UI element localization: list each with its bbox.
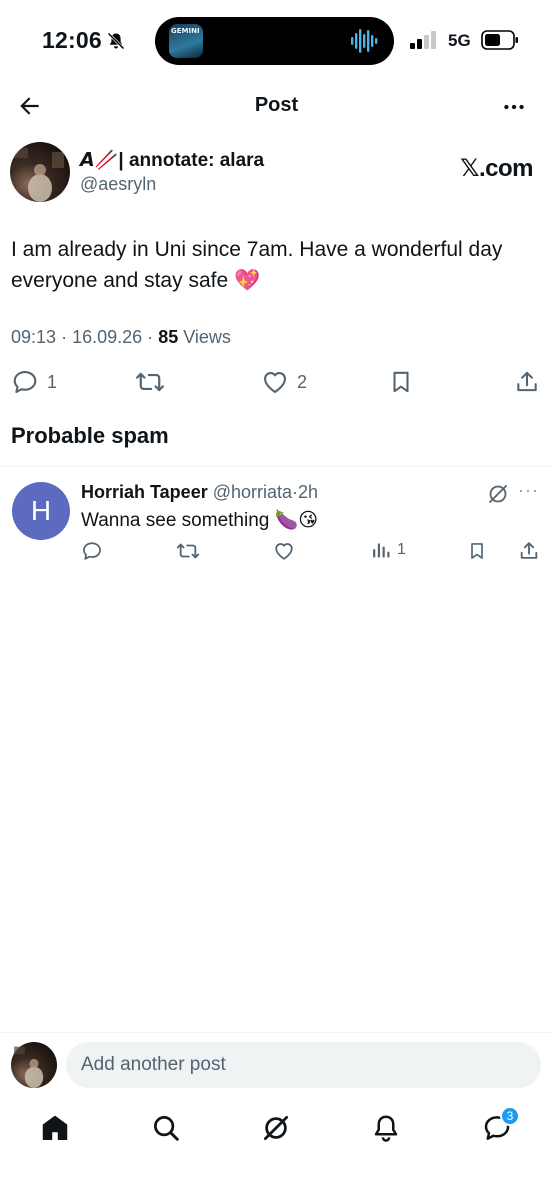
tab-notifications[interactable] [366,1108,406,1148]
repost-icon [176,543,200,559]
tab-grok[interactable] [256,1108,296,1148]
now-playing-art-text: GEMINI [171,27,200,35]
page-title: Post [254,94,299,116]
share-button[interactable] [514,368,540,396]
reply-post[interactable]: H Horriah Tapeer @horriata·2h ··· Wanna … [0,470,553,570]
bottom-tab-bar: 3 [0,1100,553,1160]
reply-count: 1 [47,371,58,392]
post-date: 16.09.26 [72,327,143,347]
battery-icon [481,30,518,50]
heart-icon [275,543,293,560]
divider [0,466,553,467]
post-text: I am already in Uni since 7am. Have a wo… [11,238,503,292]
reply-actions: 1 [0,538,553,566]
post-time: 09:13 [11,327,57,347]
current-user-avatar[interactable] [11,1042,57,1088]
avatar-photo-icon [14,1046,44,1088]
like-button[interactable]: 2 [261,368,307,396]
network-type: 5G [448,31,471,50]
home-icon [42,1115,68,1140]
bell-off-icon [107,32,125,50]
analytics-icon [373,543,390,558]
status-bar: 12:06 GEMINI 5G [0,0,553,84]
repost-button[interactable] [135,368,165,396]
audio-wave-icon [351,29,378,53]
search-icon [154,1116,179,1141]
reply-views-button[interactable]: 1 [371,540,406,560]
dynamic-island[interactable]: GEMINI [155,17,394,65]
messages-badge: 3 [500,1106,520,1126]
like-count: 2 [297,371,308,392]
bell-icon [374,1115,398,1142]
reply-bookmark-button[interactable] [467,540,487,562]
tab-messages[interactable]: 3 [477,1106,520,1148]
reply-views-count: 1 [397,541,406,558]
reply-like-button[interactable] [273,540,295,562]
tab-search[interactable] [146,1108,186,1148]
grok-icon [264,1116,288,1140]
bookmark-icon [393,371,409,393]
more-horizontal-icon [504,104,524,110]
author-handle[interactable]: @aesryln [80,174,156,195]
views-label[interactable]: Views [183,327,231,347]
cellular-signal-icon [410,31,436,49]
reply-author-name[interactable]: Horriah Tapeer [81,482,208,502]
meta-separator: · [61,327,68,347]
reply-header: Horriah Tapeer @horriata·2h [81,482,318,503]
heart-icon [264,371,286,393]
reply-repost-button[interactable] [176,540,200,562]
post-meta: 09:13 · 16.09.26 · 85 Views [11,327,231,348]
reply-author-handle[interactable]: @horriata [213,482,292,502]
reply-composer: Add another post [0,1032,553,1096]
views-count[interactable]: 85 [158,327,178,347]
avatar-photo-icon [14,148,64,202]
post-actions: 1 2 [0,364,553,400]
tab-home[interactable] [35,1108,75,1148]
reply-age: 2h [298,482,319,502]
reply-share-button[interactable] [518,540,540,562]
reply-more-button[interactable]: ··· [518,480,539,501]
reply-icon [83,542,101,560]
section-heading: Probable spam [11,423,169,448]
repost-icon [135,372,165,392]
bookmark-button[interactable] [388,368,414,396]
reply-text: Wanna see something 🍆😘 [81,510,319,531]
more-options-button[interactable] [499,92,529,122]
author-name[interactable]: 𝘼🥢| annotate: alara [80,148,264,172]
source-label: 𝕏.com [460,155,533,182]
meta-separator: · [147,327,154,347]
reply-button[interactable]: 1 [11,368,57,396]
reply-avatar[interactable]: H [12,482,70,540]
share-icon [517,371,537,392]
grok-icon[interactable] [486,482,510,506]
add-post-input[interactable]: Add another post [66,1042,541,1088]
reply-reply-button[interactable] [81,540,103,562]
bookmark-icon [471,543,483,559]
reply-icon [13,371,37,393]
now-playing-artwork[interactable]: GEMINI [169,24,203,58]
top-bar: Post [0,84,553,130]
post-author[interactable]: 𝘼🥢| annotate: alara @aesryln 𝕏.com [10,140,543,204]
share-icon [520,542,538,559]
author-avatar[interactable] [10,142,70,202]
status-time: 12:06 [42,27,102,53]
